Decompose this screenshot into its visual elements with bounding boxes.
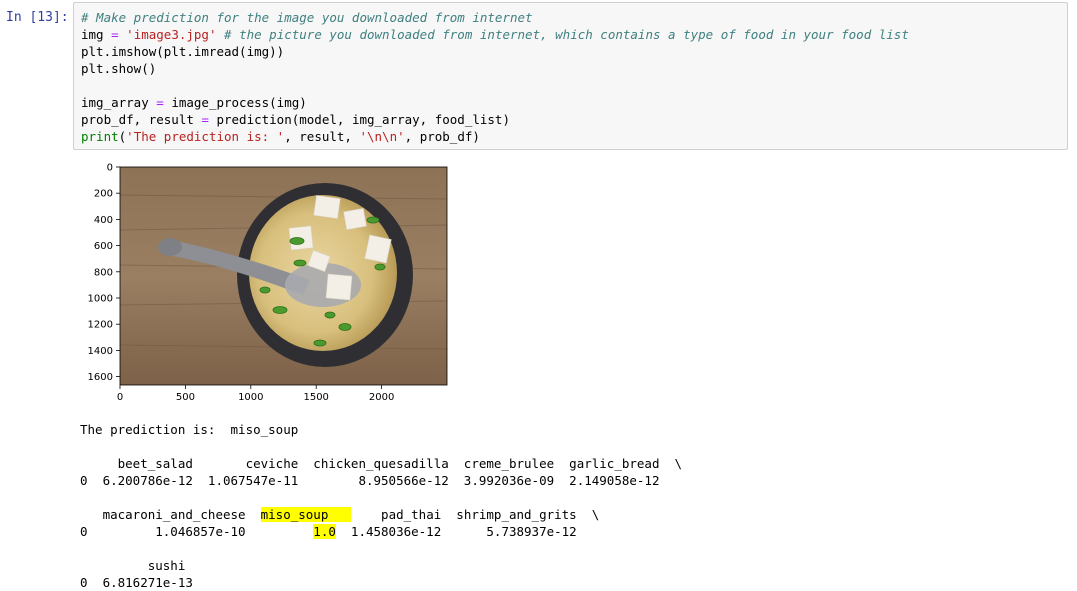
code-cell-editor[interactable]: # Make prediction for the image you down…: [73, 2, 1068, 150]
code-token: prob_df, result: [81, 112, 202, 127]
y-tick-label: 400: [94, 215, 113, 226]
table1-row: 0 6.200786e-12 1.067547e-11 8.950566e-12…: [80, 473, 660, 488]
code-token: image_process(img): [163, 95, 307, 110]
y-tick-label: 800: [94, 267, 113, 278]
table2-row-pre: 0 1.046857e-10: [80, 524, 314, 539]
x-tick-label: 2000: [369, 392, 394, 403]
table2-header-pre: macaroni_and_cheese: [80, 507, 261, 522]
x-tick-label: 0: [117, 392, 123, 403]
y-tick-label: 600: [94, 241, 113, 252]
y-axis-ticks: 0 200 400 600 800 1000 1200 1400 1600: [88, 163, 120, 383]
code-line: prob_df, result = prediction(model, img_…: [81, 111, 510, 128]
code-token: img: [81, 27, 112, 42]
y-tick-label: 1600: [88, 372, 113, 383]
x-axis-ticks: 0 500 1000 1500 2000: [117, 385, 394, 403]
code-token: prediction(model, img_array, food_list): [208, 112, 510, 127]
code-line: img_array = image_process(img): [81, 94, 307, 111]
code-token: =: [111, 27, 119, 42]
miso-soup-value-highlight: 1.0: [313, 524, 336, 539]
code-line: plt.show(): [81, 60, 156, 77]
table2-row: 0 1.046857e-10 1.0 1.458036e-12 5.738937…: [80, 523, 577, 540]
miso-soup-photo-icon: [119, 167, 448, 385]
code-token: # the picture you downloaded from intern…: [224, 27, 909, 42]
y-tick-label: 200: [94, 189, 113, 200]
code-token: plt.imshow(plt.imread(img)): [81, 44, 285, 59]
y-tick-label: 1000: [88, 294, 113, 305]
prediction-output-line: The prediction is: miso_soup: [80, 422, 299, 437]
code-line: # Make prediction for the image you down…: [81, 9, 533, 26]
y-tick-label: 1200: [88, 320, 113, 331]
x-tick-label: 1000: [238, 392, 263, 403]
table2-row-post: 1.458036e-12 5.738937e-12: [335, 524, 577, 539]
code-token: print: [81, 129, 119, 144]
code-line: plt.imshow(plt.imread(img)): [81, 43, 284, 60]
code-token: 'image3.jpg': [126, 27, 217, 42]
y-tick-label: 0: [107, 163, 113, 174]
code-token: =: [201, 112, 209, 127]
code-token: # Make prediction for the image you down…: [81, 10, 533, 25]
cell-prompt: In [13]:: [6, 10, 69, 25]
table2-header: macaroni_and_cheese miso_soup pad_thai s…: [80, 506, 599, 523]
code-line: print('The prediction is: ', result, '\n…: [81, 128, 480, 145]
code-line: img = 'image3.jpg' # the picture you dow…: [81, 26, 909, 43]
code-token: =: [156, 95, 164, 110]
table3-row: 0 6.816271e-13: [80, 575, 193, 590]
matplotlib-output-plot: 0 200 400 600 800 1000 1200 1400 1600 0 500 1000 15…: [88, 163, 448, 403]
code-token: img_array: [81, 95, 157, 110]
table3-header: sushi: [80, 558, 186, 573]
y-tick-label: 1400: [88, 346, 113, 357]
code-token: , prob_df): [404, 129, 480, 144]
table2-header-post: pad_thai shrimp_and_grits \: [350, 507, 600, 522]
miso-soup-header-highlight: miso_soup: [260, 507, 351, 522]
table1-header: beet_salad ceviche chicken_quesadilla cr…: [80, 456, 683, 471]
code-token: plt.show(): [81, 61, 157, 76]
code-token: '\n\n': [359, 129, 405, 144]
x-tick-label: 500: [176, 392, 195, 403]
x-tick-label: 1500: [303, 392, 328, 403]
code-token: 'The prediction is: ': [126, 129, 285, 144]
code-token: , result,: [284, 129, 360, 144]
